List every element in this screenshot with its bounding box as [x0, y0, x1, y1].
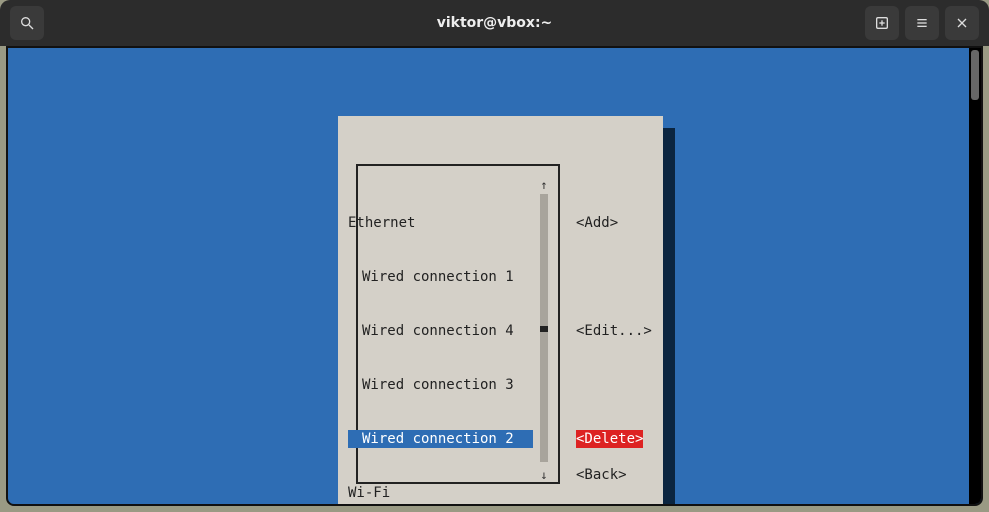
add-button[interactable]: <Add> — [576, 214, 652, 232]
hamburger-icon — [914, 15, 930, 31]
terminal-window: viktor@vbox:~ Ethernet Wired connection … — [0, 0, 989, 512]
action-panel: <Add> <Edit...> <Delete> — [576, 178, 652, 484]
delete-button[interactable]: <Delete> — [576, 430, 652, 448]
spacer — [576, 376, 652, 394]
scroll-down-icon[interactable]: ↓ — [538, 466, 550, 482]
terminal-scrollbar-thumb[interactable] — [971, 50, 979, 100]
close-button[interactable] — [945, 6, 979, 40]
terminal-scrollbar[interactable] — [969, 48, 981, 504]
close-icon — [954, 15, 970, 31]
list-item[interactable]: Wired connection 1 — [348, 268, 533, 286]
new-tab-icon — [874, 15, 890, 31]
terminal-viewport[interactable]: Ethernet Wired connection 1 Wired connec… — [6, 46, 983, 506]
nmtui-dialog: Ethernet Wired connection 1 Wired connec… — [338, 116, 663, 506]
search-button[interactable] — [10, 6, 44, 40]
menu-button[interactable] — [905, 6, 939, 40]
group-header-ethernet: Ethernet — [348, 214, 533, 232]
connection-list[interactable]: Ethernet Wired connection 1 Wired connec… — [348, 178, 533, 506]
list-scrollbar-thumb[interactable] — [540, 326, 548, 332]
list-scrollbar[interactable]: ↑ ↓ — [538, 176, 550, 476]
edit-button[interactable]: <Edit...> — [576, 322, 652, 340]
group-header-wifi: Wi-Fi — [348, 484, 533, 502]
delete-button-label: <Delete> — [576, 430, 643, 448]
back-button[interactable]: <Back> — [576, 466, 627, 484]
list-item[interactable]: Wired connection 4 — [348, 322, 533, 340]
window-title: viktor@vbox:~ — [437, 15, 553, 31]
scroll-up-icon[interactable]: ↑ — [538, 176, 550, 192]
spacer — [576, 268, 652, 286]
list-item[interactable]: Wired connection 3 — [348, 376, 533, 394]
list-item-selected[interactable]: Wired connection 2 — [348, 430, 533, 448]
new-tab-button[interactable] — [865, 6, 899, 40]
titlebar: viktor@vbox:~ — [0, 0, 989, 46]
search-icon — [19, 15, 35, 31]
